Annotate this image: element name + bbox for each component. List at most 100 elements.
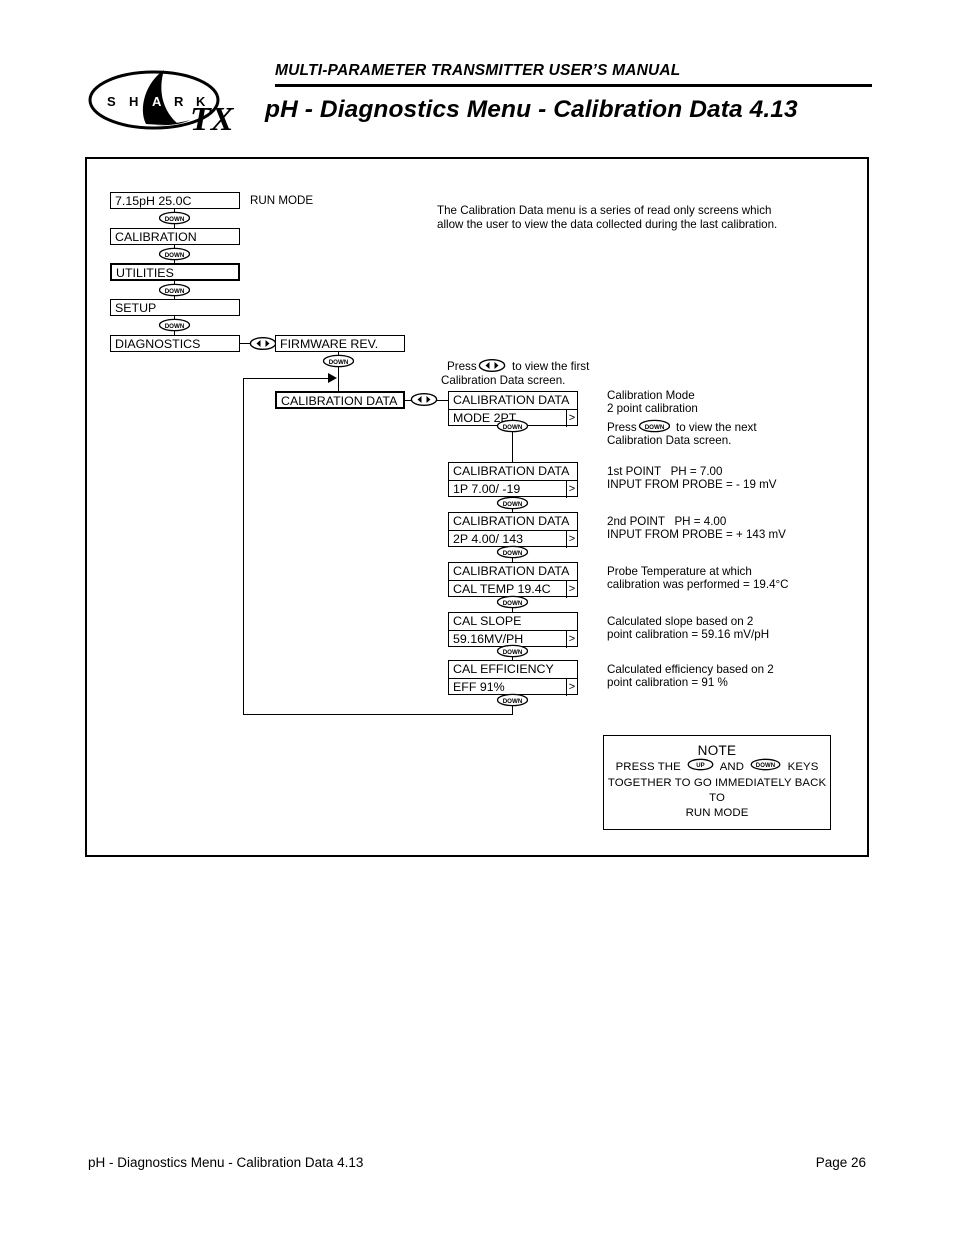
svg-text:DOWN: DOWN (503, 600, 523, 607)
loopback-horizontal-bottom (243, 714, 513, 716)
setup-screen: SETUP (110, 299, 240, 316)
up-key-icon[interactable]: UP (687, 758, 714, 776)
calibration-data-screen: CALIBRATION DATA (275, 391, 405, 409)
down-key-icon[interactable]: DOWN (496, 595, 529, 610)
left-right-key-icon[interactable] (478, 358, 506, 373)
connector-down-to-caldata (338, 366, 340, 392)
note-line-1-post: KEYS (787, 761, 819, 774)
svg-text:DOWN: DOWN (165, 216, 185, 223)
cursor-marker: > (566, 481, 577, 498)
svg-text:TX: TX (190, 101, 235, 138)
utilities-screen-text: UTILITIES (116, 266, 174, 280)
header-divider (275, 84, 872, 87)
loopback-horizontal-top (243, 378, 335, 380)
svg-text:DOWN: DOWN (503, 649, 523, 656)
run-mode-label: RUN MODE (250, 194, 314, 207)
point1-screen-value-text: 1P 7.00/ -19 (453, 482, 521, 496)
shark-tx-logo: S H A R K TX (86, 66, 261, 138)
svg-text:S: S (107, 94, 116, 109)
svg-text:DOWN: DOWN (165, 288, 185, 295)
cursor-marker: > (566, 631, 577, 648)
left-right-key-icon[interactable] (249, 336, 277, 351)
cursor-marker: > (566, 531, 577, 548)
point1-screen: CALIBRATION DATA 1P 7.00/ -19 > (448, 462, 578, 498)
down-key-icon[interactable]: DOWN (496, 644, 529, 659)
svg-text:R: R (174, 94, 184, 109)
svg-text:H: H (129, 94, 138, 109)
down-key-icon[interactable]: DOWN (158, 247, 191, 262)
diagnostics-screen-text: DIAGNOSTICS (115, 337, 201, 351)
down-key-icon[interactable]: DOWN (158, 211, 191, 226)
loopback-arrowhead-icon (328, 373, 337, 383)
cal-temp-screen-note-2: calibration was performed = 19.4°C (607, 578, 789, 591)
svg-text:DOWN: DOWN (645, 424, 665, 431)
setup-screen-text: SETUP (115, 301, 157, 315)
down-key-icon[interactable]: DOWN (158, 283, 191, 298)
cursor-marker: > (566, 581, 577, 598)
run-mode-screen-text: 7.15pH 25.0C (115, 194, 192, 208)
down-key-icon[interactable]: DOWN (750, 758, 781, 776)
diagnostics-screen: DIAGNOSTICS (110, 335, 240, 352)
cursor-marker: > (566, 410, 577, 427)
svg-text:A: A (152, 94, 162, 109)
footer-left: pH - Diagnostics Menu - Calibration Data… (88, 1155, 364, 1170)
cal-slope-screen: CAL SLOPE 59.16MV/PH > (448, 612, 578, 648)
svg-text:DOWN: DOWN (503, 501, 523, 508)
note-line-2: TOGETHER TO GO IMMEDIATELY BACK TO (607, 777, 827, 804)
down-key-icon[interactable]: DOWN (638, 419, 671, 434)
down-key-icon[interactable]: DOWN (496, 693, 529, 708)
cal-efficiency-screen-value-text: EFF 91% (453, 680, 505, 694)
cursor-marker: > (566, 679, 577, 696)
cal-efficiency-screen-note-2: point calibration = 91 % (607, 676, 728, 689)
down-key-icon[interactable]: DOWN (496, 419, 529, 434)
svg-text:DOWN: DOWN (329, 359, 349, 366)
footer-right: Page 26 (815, 1155, 866, 1170)
note-box: NOTE PRESS THE UP AND DOWN KEYS TOGETHER… (603, 735, 831, 830)
svg-text:DOWN: DOWN (756, 763, 775, 769)
run-mode-screen: 7.15pH 25.0C (110, 192, 240, 209)
press-next-line2: Calibration Data screen. (607, 434, 732, 447)
press-first-post: to view the first (512, 360, 590, 373)
point1-screen-note-2: INPUT FROM PROBE = - 19 mV (607, 478, 777, 491)
point2-screen-title: CALIBRATION DATA (453, 514, 570, 528)
svg-text:DOWN: DOWN (165, 323, 185, 330)
mode-screen-title: CALIBRATION DATA (453, 393, 570, 407)
intro-line-2: allow the user to view the data collecte… (437, 218, 778, 231)
mode-screen-note-2: 2 point calibration (607, 402, 698, 415)
firmware-rev-screen: FIRMWARE REV. (275, 335, 405, 352)
note-line-3: RUN MODE (685, 807, 749, 819)
press-first-pre: Press (447, 360, 477, 373)
down-key-icon[interactable]: DOWN (496, 496, 529, 511)
loopback-vertical-left (243, 378, 245, 715)
svg-text:UP: UP (696, 763, 705, 769)
note-title: NOTE (697, 743, 737, 758)
svg-text:DOWN: DOWN (165, 252, 185, 259)
point2-screen: CALIBRATION DATA 2P 4.00/ 143 > (448, 512, 578, 548)
calibration-screen-text: CALIBRATION (115, 230, 197, 244)
note-line-1-mid: AND (719, 761, 745, 774)
svg-text:DOWN: DOWN (503, 424, 523, 431)
svg-text:DOWN: DOWN (503, 698, 523, 705)
cal-efficiency-screen-title: CAL EFFICIENCY (453, 662, 554, 676)
cal-temp-screen-value-text: CAL TEMP 19.4C (453, 582, 551, 596)
down-key-icon[interactable]: DOWN (158, 318, 191, 333)
press-first-line2: Calibration Data screen. (441, 374, 566, 387)
left-right-key-icon[interactable] (410, 392, 438, 407)
point2-screen-note-2: INPUT FROM PROBE = + 143 mV (607, 528, 786, 541)
firmware-rev-screen-text: FIRMWARE REV. (280, 337, 379, 351)
page-title: pH - Diagnostics Menu - Calibration Data… (265, 96, 798, 123)
utilities-screen: UTILITIES (110, 263, 240, 281)
intro-line-1: The Calibration Data menu is a series of… (437, 204, 772, 217)
svg-text:DOWN: DOWN (503, 550, 523, 557)
calibration-screen: CALIBRATION (110, 228, 240, 245)
calibration-data-screen-text: CALIBRATION DATA (281, 394, 398, 408)
down-key-icon[interactable]: DOWN (496, 545, 529, 560)
cal-slope-screen-note-2: point calibration = 59.16 mV/pH (607, 628, 770, 641)
cal-slope-screen-title: CAL SLOPE (453, 614, 522, 628)
cal-efficiency-screen: CAL EFFICIENCY EFF 91% > (448, 660, 578, 696)
point1-screen-title: CALIBRATION DATA (453, 464, 570, 478)
point2-screen-value-text: 2P 4.00/ 143 (453, 532, 524, 546)
note-line-1-pre: PRESS THE (615, 761, 681, 774)
note-line-1: PRESS THE UP AND DOWN KEYS (604, 758, 830, 776)
cal-temp-screen-title: CALIBRATION DATA (453, 564, 570, 578)
